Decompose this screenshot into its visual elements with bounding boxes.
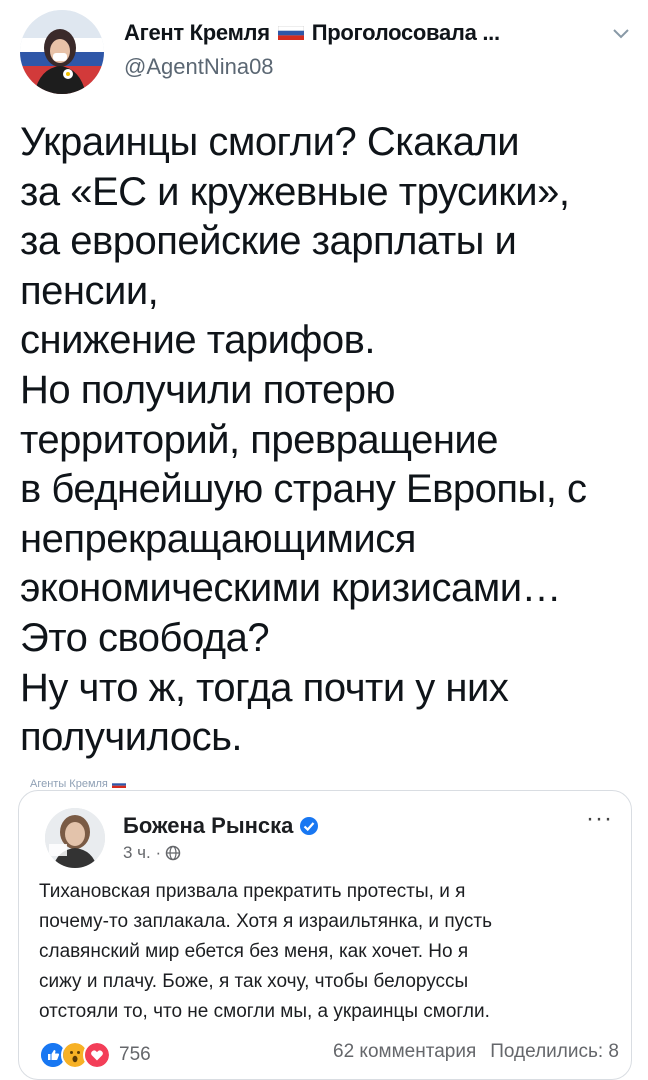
- fb-post-line: отстояли то, что не смогли мы, а украинц…: [39, 1001, 490, 1022]
- tweet-line: за европейские зарплаты и: [20, 219, 517, 264]
- watermark: Агенты Кремля: [30, 778, 126, 790]
- tweet-line: за «ЕС и кружевные трусики»,: [20, 169, 570, 214]
- tweet-text: Украинцы смогли? Скакали за «ЕС и кружев…: [20, 118, 630, 763]
- verified-icon: [300, 817, 319, 835]
- flag-russia-icon: [111, 780, 126, 788]
- fb-post-line: почему-то заплакала. Хотя я израильтянка…: [39, 911, 492, 932]
- tweet-line: Это свобода?: [20, 615, 270, 660]
- flag-russia-icon: [277, 26, 304, 40]
- fb-author-name-text: Божена Рынска: [123, 813, 294, 838]
- tweet-line: в беднейшую страну Европы, с: [20, 467, 587, 512]
- fb-post-line: славянский мир ебется без меня, как хоче…: [39, 941, 469, 962]
- display-name-text: Агент Кремля: [124, 20, 270, 45]
- fb-author-name[interactable]: Божена Рынска: [123, 813, 319, 839]
- fb-post-time[interactable]: 3 ч. ·: [123, 843, 161, 863]
- fb-post-line: сижу и плачу. Боже, я так хочу, чтобы бе…: [39, 971, 469, 992]
- comments-count[interactable]: 62 комментария: [333, 1041, 476, 1063]
- display-name[interactable]: Агент Кремля Проголосовала ...: [124, 20, 604, 46]
- love-reaction-icon: [83, 1041, 111, 1069]
- fb-author-avatar[interactable]: [45, 808, 105, 868]
- shares-count[interactable]: Поделились: 8: [490, 1041, 619, 1063]
- user-handle[interactable]: @AgentNina08: [124, 54, 604, 80]
- reactions-count: 756: [119, 1044, 151, 1065]
- tweet-author[interactable]: Агент Кремля Проголосовала ... @AgentNin…: [124, 20, 604, 80]
- watermark-text: Агенты Кремля: [30, 778, 108, 790]
- tweet-line: Но получили потерю: [20, 367, 395, 412]
- tweet-line: экономическими кризисами…: [20, 566, 562, 611]
- globe-icon: [165, 845, 181, 861]
- fb-post-footer: 756 62 комментария Поделились: 8: [39, 1041, 619, 1069]
- fb-post-meta: 3 ч. ·: [123, 843, 181, 863]
- tweet-line: получилось.: [20, 715, 243, 760]
- reactions-summary[interactable]: 756: [39, 1041, 151, 1069]
- tweet-header: Агент Кремля Проголосовала ... @AgentNin…: [20, 10, 630, 96]
- chevron-down-icon[interactable]: [612, 28, 630, 40]
- tweet-line: непрекращающимися: [20, 516, 416, 561]
- display-name-suffix: Проголосовала ...: [311, 20, 500, 45]
- embedded-post-card[interactable]: Божена Рынска 3 ч. · ··· Тихановская при…: [18, 790, 632, 1080]
- tweet-line: Украинцы смогли? Скакали: [20, 120, 520, 164]
- fb-post-line: Тихановская призвала прекратить протесты…: [39, 881, 466, 902]
- fb-post-text: Тихановская призвала прекратить протесты…: [39, 877, 619, 1027]
- tweet-line: Ну что ж, тогда почти у них: [20, 665, 509, 710]
- tweet-line: снижение тарифов.: [20, 318, 375, 363]
- avatar[interactable]: [20, 10, 104, 94]
- fb-post-stats: 62 комментария Поделились: 8: [333, 1041, 619, 1063]
- more-options-icon[interactable]: ···: [586, 805, 613, 833]
- tweet-line: территорий, превращение: [20, 417, 499, 462]
- tweet-line: пенсии,: [20, 268, 159, 313]
